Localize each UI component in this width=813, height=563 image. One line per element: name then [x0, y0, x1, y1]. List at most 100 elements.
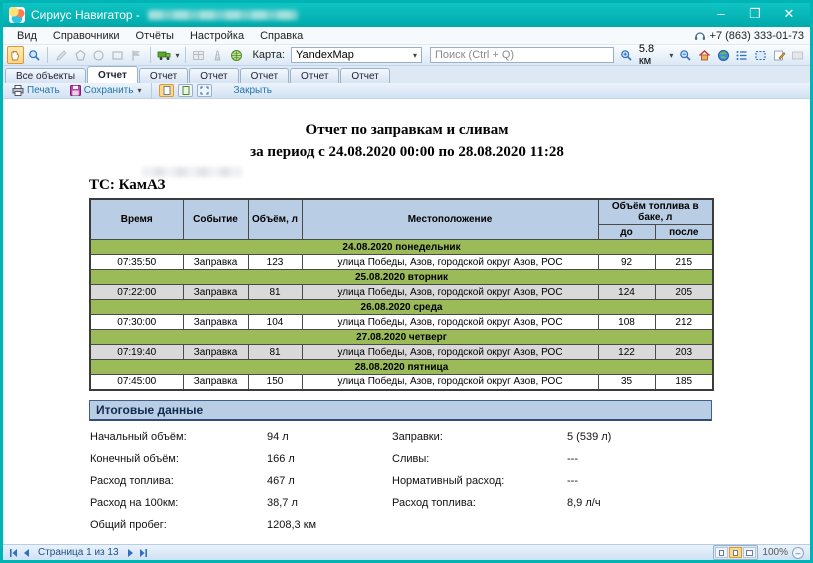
zoom-search-button[interactable] — [26, 46, 43, 64]
view-continuous-button[interactable] — [178, 84, 193, 97]
single-page-icon — [163, 86, 171, 95]
menu-otchety[interactable]: Отчёты — [128, 29, 182, 43]
prev-page-button[interactable] — [23, 549, 29, 557]
last-page-button[interactable] — [139, 549, 148, 557]
view-single-page-button[interactable] — [159, 84, 174, 97]
vehicles-button[interactable] — [156, 46, 173, 64]
truck-dropdown-chevron-icon[interactable]: ▾ — [176, 51, 180, 60]
tab-report-1[interactable]: Отчет — [87, 66, 138, 83]
tab-all-objects[interactable]: Все объекты — [5, 68, 86, 83]
day-banner: 28.08.2020 пятница — [90, 360, 713, 375]
report-page: Отчет по заправкам и сливам за период с … — [3, 99, 810, 544]
pan-hand-button[interactable] — [7, 46, 24, 64]
vehicle-label: ТС: КамАЗ — [89, 177, 165, 193]
next-page-button[interactable] — [128, 549, 134, 557]
menu-vid[interactable]: Вид — [9, 29, 45, 43]
close-button[interactable]: ✕ — [774, 6, 804, 24]
save-button[interactable]: Сохранить ▾ — [67, 85, 145, 96]
map-select[interactable]: YandexMap ▾ — [291, 47, 422, 63]
menu-nastroyka[interactable]: Настройка — [182, 29, 252, 43]
list-icon — [735, 49, 748, 62]
save-label: Сохранить — [84, 85, 134, 96]
vehicle-heading: ТС: КамАЗ — [89, 177, 810, 194]
tab-report-4[interactable]: Отчет — [240, 68, 289, 83]
minimap-icon — [791, 49, 804, 62]
scale-chevron-icon: ▾ — [669, 51, 673, 60]
map-select-value: YandexMap — [296, 49, 354, 61]
minimap-button[interactable] — [789, 46, 806, 64]
table-row[interactable]: 07:30:00Заправка 104улица Победы, Азов, … — [90, 315, 713, 330]
tab-strip: Все объекты Отчет Отчет Отчет Отчет Отче… — [3, 66, 810, 83]
summary-value: 467 л — [267, 475, 392, 488]
zoom-decrease-button[interactable]: – — [792, 547, 804, 559]
day-banner: 24.08.2020 понедельник — [90, 240, 713, 255]
first-page-button[interactable] — [9, 549, 18, 557]
magnifier-icon — [28, 49, 41, 62]
minimize-button[interactable]: – — [706, 6, 736, 24]
view-mode-multi-button[interactable] — [743, 547, 756, 558]
save-dropdown-chevron-icon[interactable]: ▾ — [137, 86, 141, 95]
zoom-level: 100% — [762, 547, 788, 558]
day-banner: 27.08.2020 четверг — [90, 330, 713, 345]
geozones-button[interactable] — [228, 46, 245, 64]
summary-label: Нормативный расход: — [392, 475, 567, 488]
maximize-button[interactable]: ❐ — [740, 6, 770, 24]
view-mode-normal-button[interactable] — [715, 547, 728, 558]
summary-grid: Начальный объём: 94 л Заправки: 5 (539 л… — [90, 431, 810, 532]
pencil-icon — [55, 49, 68, 62]
page-view-mode-buttons — [713, 545, 758, 560]
road-button[interactable] — [209, 46, 226, 64]
table-row[interactable]: 07:19:40Заправка 81улица Победы, Азов, г… — [90, 345, 713, 360]
fit-page-icon — [200, 86, 209, 95]
summary-value: 1208,3 км — [267, 519, 392, 532]
close-report-button[interactable]: Закрыть — [230, 85, 275, 96]
report-title: Отчет по заправкам и сливам за период с … — [4, 119, 810, 163]
edit-note-icon — [773, 49, 786, 62]
titlebar: Сириус Навигатор - – ❐ ✕ — [3, 3, 810, 27]
menu-spravka[interactable]: Справка — [252, 29, 311, 43]
road-icon — [211, 49, 224, 62]
summary-value: 166 л — [267, 453, 392, 466]
window-title: Сириус Навигатор - — [31, 8, 140, 22]
rectangle-tool-button[interactable] — [109, 46, 126, 64]
report-title-line1: Отчет по заправкам и сливам — [4, 119, 810, 141]
summary-label: Сливы: — [392, 453, 567, 466]
menu-spravochniki[interactable]: Справочники — [45, 29, 128, 43]
summary-label: Расход топлива: — [90, 475, 267, 488]
report-title-line2: за период с 24.08.2020 00:00 по 28.08.20… — [4, 141, 810, 163]
legend-button[interactable] — [733, 46, 750, 64]
table-row[interactable]: 07:35:50Заправка 123улица Победы, Азов, … — [90, 255, 713, 270]
table-view-button[interactable] — [190, 46, 207, 64]
summary-value: 94 л — [267, 431, 392, 444]
polygon-tool-button[interactable] — [72, 46, 89, 64]
print-button[interactable]: Печать — [9, 85, 63, 96]
edit-track-button[interactable] — [53, 46, 70, 64]
edit-note-button[interactable] — [771, 46, 788, 64]
tab-report-5[interactable]: Отчет — [290, 68, 339, 83]
search-input[interactable] — [430, 47, 614, 63]
world-map-button[interactable] — [715, 46, 732, 64]
tab-report-6[interactable]: Отчет — [340, 68, 389, 83]
view-fit-button[interactable] — [197, 84, 212, 97]
col-volume: Объём, л — [248, 199, 302, 240]
table-row[interactable]: 07:22:00Заправка 81улица Победы, Азов, г… — [90, 285, 713, 300]
map-scale-select[interactable]: 5.8 км ▾ — [637, 43, 676, 67]
select-area-button[interactable] — [752, 46, 769, 64]
view-mode-layout-button[interactable] — [729, 547, 742, 558]
circle-tool-button[interactable] — [91, 46, 108, 64]
tab-report-3[interactable]: Отчет — [189, 68, 238, 83]
zoom-in-button[interactable] — [618, 46, 635, 64]
tab-report-2[interactable]: Отчет — [139, 68, 188, 83]
redacted-vehicle-info — [142, 167, 242, 177]
table-row[interactable]: 07:45:00Заправка 150улица Победы, Азов, … — [90, 375, 713, 390]
home-button[interactable] — [696, 46, 713, 64]
main-toolbar: ▾ Карта: YandexMap ▾ 5.8 км ▾ — [3, 45, 810, 66]
zoom-in-icon — [620, 49, 633, 62]
selection-rect-icon — [754, 49, 767, 62]
flag-tool-button[interactable] — [128, 46, 145, 64]
rectangle-icon — [111, 49, 124, 62]
summary-value: --- — [567, 475, 713, 488]
map-select-chevron-icon: ▾ — [413, 51, 417, 60]
print-label: Печать — [27, 85, 60, 96]
zoom-out-button[interactable] — [677, 46, 694, 64]
